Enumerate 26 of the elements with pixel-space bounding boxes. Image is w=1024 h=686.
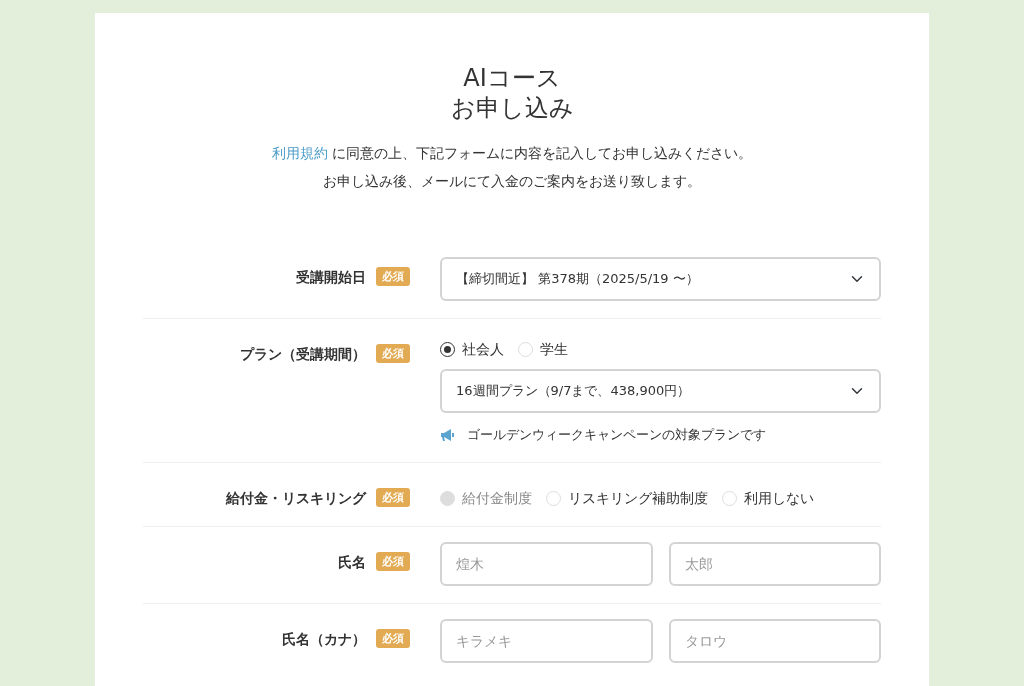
radio-option[interactable]: 利用しない bbox=[722, 487, 814, 509]
required-tag: 必須 bbox=[376, 487, 410, 507]
radio-option[interactable]: リスキリング補助制度 bbox=[546, 487, 708, 509]
text-field[interactable]: キラメキ bbox=[440, 618, 653, 663]
page-title: AIコース bbox=[462, 63, 562, 93]
radio-option[interactable]: 社会人 bbox=[440, 339, 504, 360]
select-field[interactable]: 【締切間近】 第378期（2025/5/19 〜） bbox=[440, 257, 881, 301]
field-label: 受講開始日 bbox=[296, 268, 366, 287]
text-field[interactable]: 太郎 bbox=[668, 541, 881, 586]
required-tag: 必須 bbox=[376, 628, 410, 648]
required-tag: 必須 bbox=[376, 344, 410, 363]
select-field[interactable]: 16週間プラン（9/7まで、438,900円） bbox=[440, 369, 881, 413]
page-title: お申し込み bbox=[449, 93, 575, 123]
field-label: 氏名（カナ） bbox=[282, 629, 366, 649]
field-label: 氏名 bbox=[338, 552, 366, 572]
text-field[interactable]: 煌木 bbox=[440, 541, 653, 586]
field-label: 給付金・リスキリング bbox=[226, 488, 366, 508]
campaign-note: ゴールデンウィークキャンペーンの対象プランです bbox=[467, 426, 766, 444]
megaphone-icon bbox=[440, 427, 455, 442]
field-label: プラン（受講期間） bbox=[240, 345, 366, 364]
intro-text: お申し込み後、メールにて入金のご案内をお送り致します。 bbox=[322, 172, 702, 191]
radio-option[interactable]: 学生 bbox=[518, 339, 568, 360]
required-tag: 必須 bbox=[376, 267, 410, 286]
text-field[interactable]: タロウ bbox=[668, 618, 881, 663]
required-tag: 必須 bbox=[376, 551, 410, 571]
intro-text: 利用規約 に同意の上、下記フォームに内容を記入してお申し込みください。 bbox=[270, 144, 754, 163]
